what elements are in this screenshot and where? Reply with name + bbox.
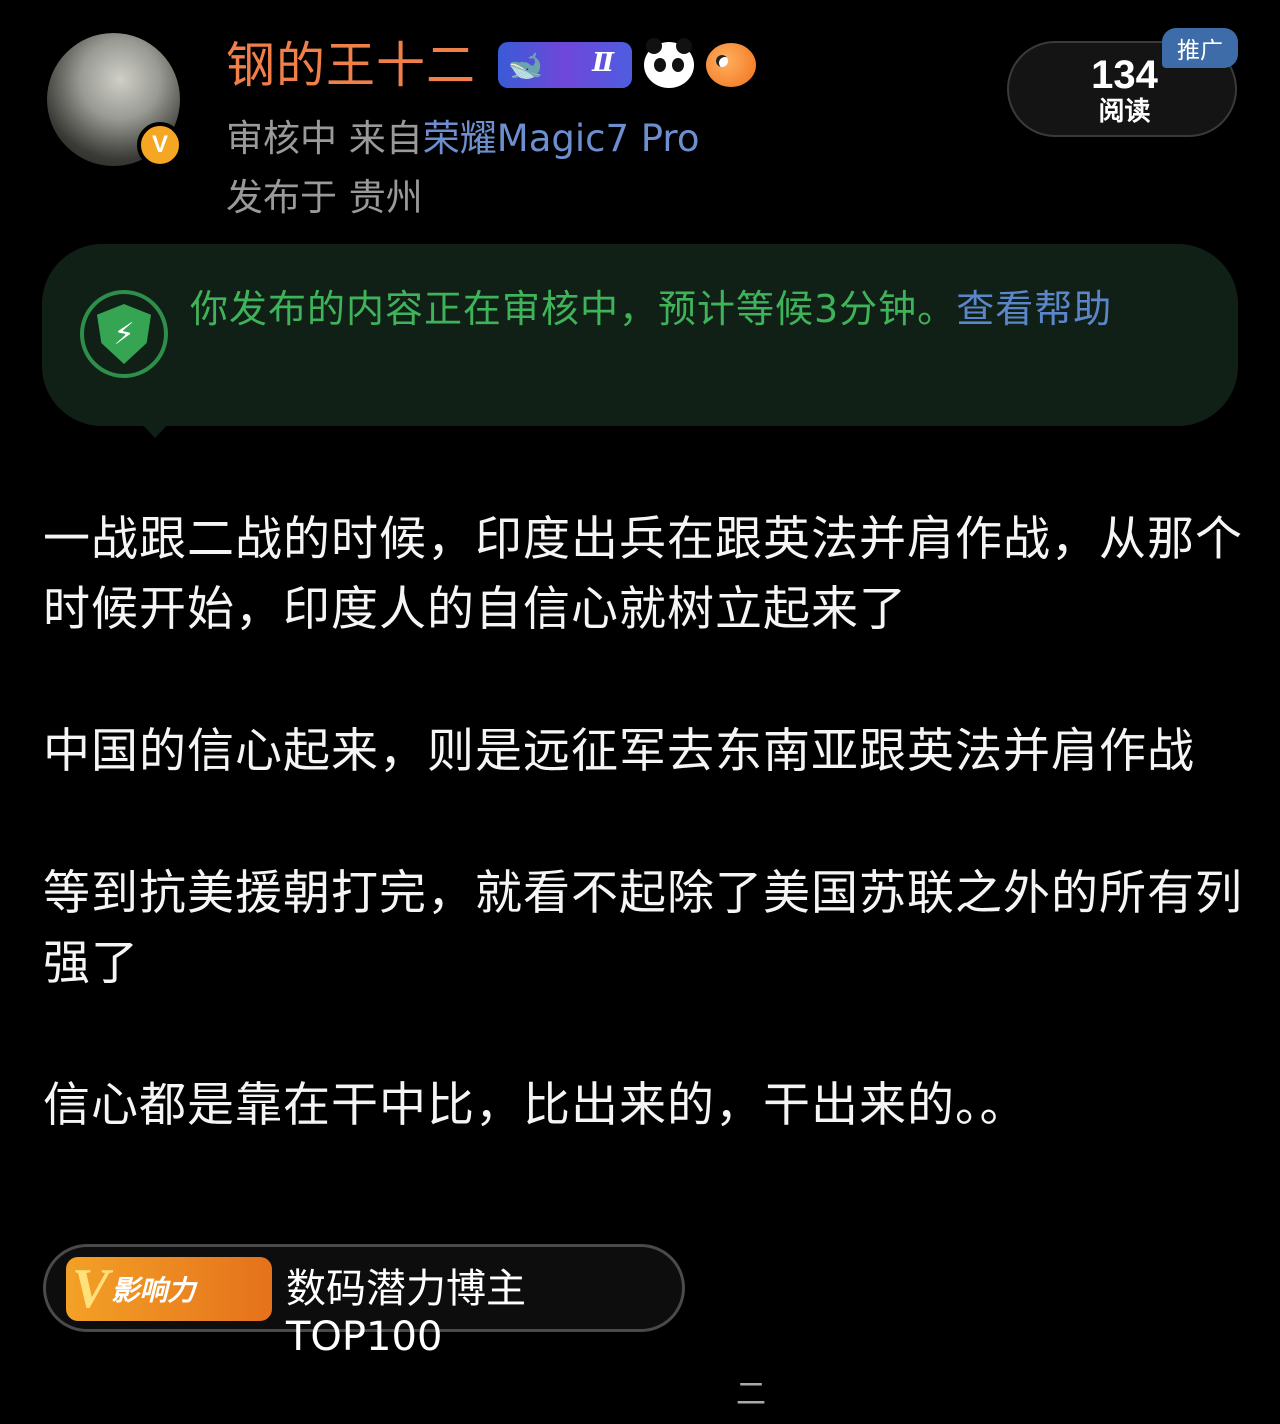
influence-badge-button[interactable]: V 影响力 数码潜力博主TOP100 <box>43 1244 685 1360</box>
post-content: 一战跟二战的时候，印度出兵在跟英法并肩作战，从那个时候开始，印度人的自信心就树立… <box>43 505 1243 1141</box>
influence-label: 数码潜力博主TOP100 <box>286 1266 526 1360</box>
read-count: 134 <box>1091 53 1158 97</box>
location-line: 发布于 贵州 <box>226 176 423 219</box>
read-count-label: 阅读 <box>1098 97 1151 127</box>
promote-tag[interactable]: 推广 <box>1162 28 1238 68</box>
influence-v-icon: V 影响力 <box>66 1257 272 1321</box>
whale-level-badge-icon[interactable]: 🐋 Ⅱ <box>498 42 632 88</box>
post-meta-line: 审核中 来自荣耀Magic7 Pro <box>226 113 699 165</box>
review-notice-text: 你发布的内容正在审核中，预计等候3分钟。查看帮助 <box>190 282 1180 337</box>
post-paragraph: 等到抗美援朝打完，就看不起除了美国苏联之外的所有列强了 <box>43 866 1243 991</box>
help-link[interactable]: 查看帮助 <box>956 287 1112 331</box>
whale-icon: 🐋 <box>508 48 543 82</box>
influence-letter: V <box>72 1258 110 1320</box>
source-prefix: 来自 <box>348 117 423 160</box>
review-message: 你发布的内容正在审核中，预计等候3分钟。 <box>190 287 957 331</box>
level-number: Ⅱ <box>592 48 614 78</box>
device-link[interactable]: 荣耀Magic7 Pro <box>423 117 700 160</box>
pufferfish-badge-icon[interactable] <box>706 43 756 87</box>
panda-badge-icon[interactable] <box>644 38 694 88</box>
post-paragraph: 一战跟二战的时候，印度出兵在跟英法并肩作战，从那个时候开始，印度人的自信心就树立… <box>43 512 1243 637</box>
post-paragraph: 信心都是靠在干中比，比出来的，干出来的。。 <box>43 1078 1028 1133</box>
author-name[interactable]: 钢的王十二 <box>226 36 476 96</box>
author-badges: 🐋 Ⅱ <box>498 38 756 88</box>
notice-pointer <box>140 422 170 438</box>
footer-partial-text: 二 <box>736 1377 766 1412</box>
post-paragraph: 中国的信心起来，则是远征军去东南亚跟英法并肩作战 <box>43 724 1195 779</box>
verified-badge-icon: V <box>137 122 183 168</box>
influence-badge-text: 影响力 <box>111 1274 196 1307</box>
shield-lightning-icon: ⚡ <box>80 290 168 378</box>
review-status: 审核中 <box>226 117 337 160</box>
